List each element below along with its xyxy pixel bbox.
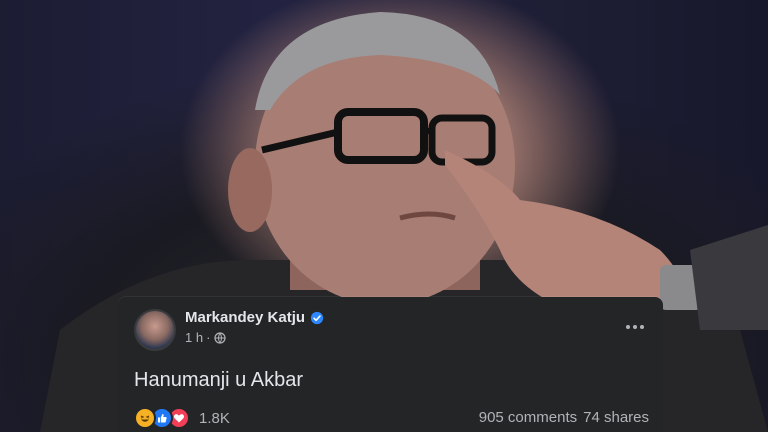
more-options-button[interactable] (621, 319, 649, 335)
author-name[interactable]: Markandey Katju (185, 309, 305, 326)
verified-badge-icon (310, 311, 324, 324)
reactions-summary[interactable]: 1.8K (134, 407, 230, 429)
comments-count[interactable]: 905 comments (479, 409, 577, 426)
engagement-stats: 905 comments 74 shares (479, 409, 649, 426)
shares-count[interactable]: 74 shares (583, 409, 649, 426)
post-meta: 1 h · (185, 330, 227, 345)
reaction-count[interactable]: 1.8K (199, 410, 230, 427)
haha-icon (134, 407, 156, 429)
facebook-post-card: Markandey Katju 1 h · Hanumanji u Akbar (118, 297, 663, 432)
post-timestamp[interactable]: 1 h (185, 330, 203, 345)
author-avatar[interactable] (134, 309, 176, 351)
post-text: Hanumanji u Akbar (134, 369, 303, 391)
meta-separator: · (206, 330, 211, 345)
more-dot (640, 325, 644, 329)
more-dot (626, 325, 630, 329)
globe-icon (214, 331, 227, 344)
more-dot (633, 325, 637, 329)
author-row: Markandey Katju (185, 309, 324, 326)
